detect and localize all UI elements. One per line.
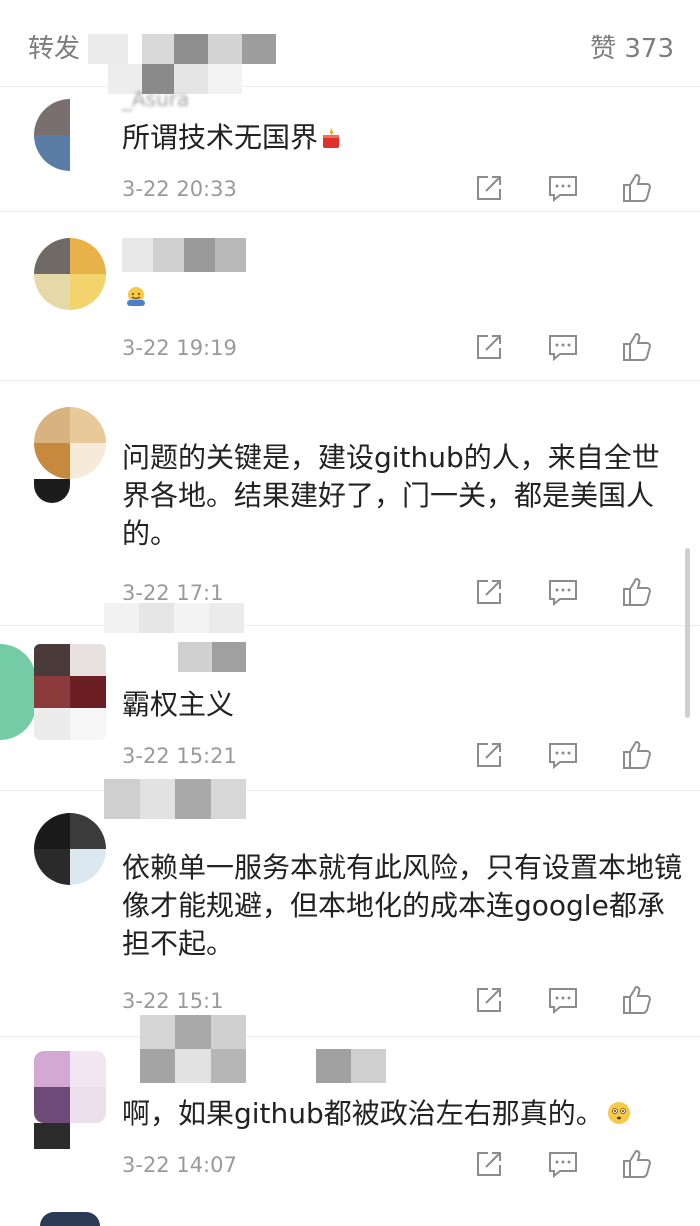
username[interactable]: _Asura bbox=[122, 87, 189, 111]
comment-time: 3-22 15:1 bbox=[122, 989, 224, 1013]
comment-icon[interactable] bbox=[546, 171, 580, 205]
tab-repost[interactable]: 转发 bbox=[28, 28, 80, 65]
comment-actions bbox=[472, 983, 672, 1019]
repost-icon[interactable] bbox=[472, 171, 506, 205]
repost-icon[interactable] bbox=[472, 575, 506, 609]
comment-icon[interactable] bbox=[546, 1147, 580, 1181]
repost-icon[interactable] bbox=[472, 983, 506, 1017]
comment-actions bbox=[472, 738, 672, 774]
avatar-fragment bbox=[34, 1123, 70, 1149]
comment-text: 所谓技术无国界 bbox=[122, 119, 682, 157]
like-icon[interactable] bbox=[620, 983, 654, 1017]
comment-icon[interactable] bbox=[546, 738, 580, 772]
redacted-username bbox=[122, 238, 246, 272]
comment-item: _Asura 所谓技术无国界 3-22 20:33 bbox=[0, 87, 700, 212]
avatar[interactable] bbox=[34, 238, 106, 310]
comment-time: 3-22 20:33 bbox=[122, 177, 237, 201]
like-icon[interactable] bbox=[620, 575, 654, 609]
comment-time: 3-22 17:1 bbox=[122, 581, 224, 605]
avatar-fragment bbox=[34, 479, 70, 503]
comment-icon[interactable] bbox=[546, 330, 580, 364]
comment-actions bbox=[472, 171, 672, 207]
comment-icon[interactable] bbox=[546, 983, 580, 1017]
avatar[interactable] bbox=[34, 644, 106, 740]
avatar[interactable] bbox=[34, 813, 106, 885]
avatar[interactable] bbox=[34, 1051, 106, 1123]
like-icon[interactable] bbox=[620, 1147, 654, 1181]
comment-actions bbox=[472, 1147, 672, 1183]
redacted-username bbox=[178, 642, 246, 672]
comment-item: 霸权主义 3-22 15:21 bbox=[0, 626, 700, 791]
like-icon[interactable] bbox=[620, 738, 654, 772]
hug-emoji-icon bbox=[124, 281, 146, 306]
comment-text: 依赖单一服务本就有此风险，只有设置本地镜像才能规避，但本地化的成本连google… bbox=[122, 851, 683, 960]
scrollbar[interactable] bbox=[685, 548, 690, 718]
comment-item: 问题的关键是，建设github的人，来自全世界各地。结果建好了，门一关，都是美国… bbox=[0, 381, 700, 633]
comment-text: 问题的关键是，建设github的人，来自全世界各地。结果建好了，门一关，都是美国… bbox=[122, 441, 660, 550]
repost-icon[interactable] bbox=[472, 1147, 506, 1181]
comment-icon[interactable] bbox=[546, 575, 580, 609]
comment-text-content: 啊，如果github都被政治左右那真的。 bbox=[122, 1097, 604, 1130]
comment-header: 转发 赞 373 bbox=[0, 0, 700, 94]
comment-text: 霸权主义 bbox=[122, 688, 235, 721]
avatar-fragment bbox=[0, 644, 36, 740]
comment-text bbox=[122, 278, 682, 316]
repost-icon[interactable] bbox=[472, 738, 506, 772]
comment-time: 3-22 19:19 bbox=[122, 336, 237, 360]
comment-item: 啊，如果github都被政治左右那真的。 3-22 14:07 bbox=[0, 1015, 700, 1207]
like-icon[interactable] bbox=[620, 330, 654, 364]
comment-time: 3-22 14:07 bbox=[122, 1153, 237, 1177]
redacted-mosaic bbox=[140, 1015, 246, 1083]
firecracker-emoji-icon bbox=[320, 122, 342, 148]
comment-actions bbox=[472, 330, 672, 366]
avatar[interactable] bbox=[40, 1212, 100, 1226]
like-icon[interactable] bbox=[620, 171, 654, 205]
comment-item: 依赖单一服务本就有此风险，只有设置本地镜像才能规避，但本地化的成本连google… bbox=[0, 779, 700, 1037]
repost-icon[interactable] bbox=[472, 330, 506, 364]
tab-likes[interactable]: 赞 373 bbox=[590, 28, 674, 65]
comment-text: 啊，如果github都被政治左右那真的。 bbox=[122, 1095, 682, 1133]
comment-item: 3-22 19:19 bbox=[0, 212, 700, 381]
comment-time: 3-22 15:21 bbox=[122, 744, 237, 768]
avatar[interactable] bbox=[34, 407, 106, 479]
redacted-mosaic bbox=[316, 1049, 386, 1083]
comment-text-content: 所谓技术无国界 bbox=[122, 121, 319, 154]
comment-actions bbox=[472, 575, 672, 611]
flushed-face-emoji-icon bbox=[606, 1098, 632, 1124]
avatar[interactable] bbox=[34, 99, 106, 171]
redacted-mosaic bbox=[104, 779, 246, 819]
